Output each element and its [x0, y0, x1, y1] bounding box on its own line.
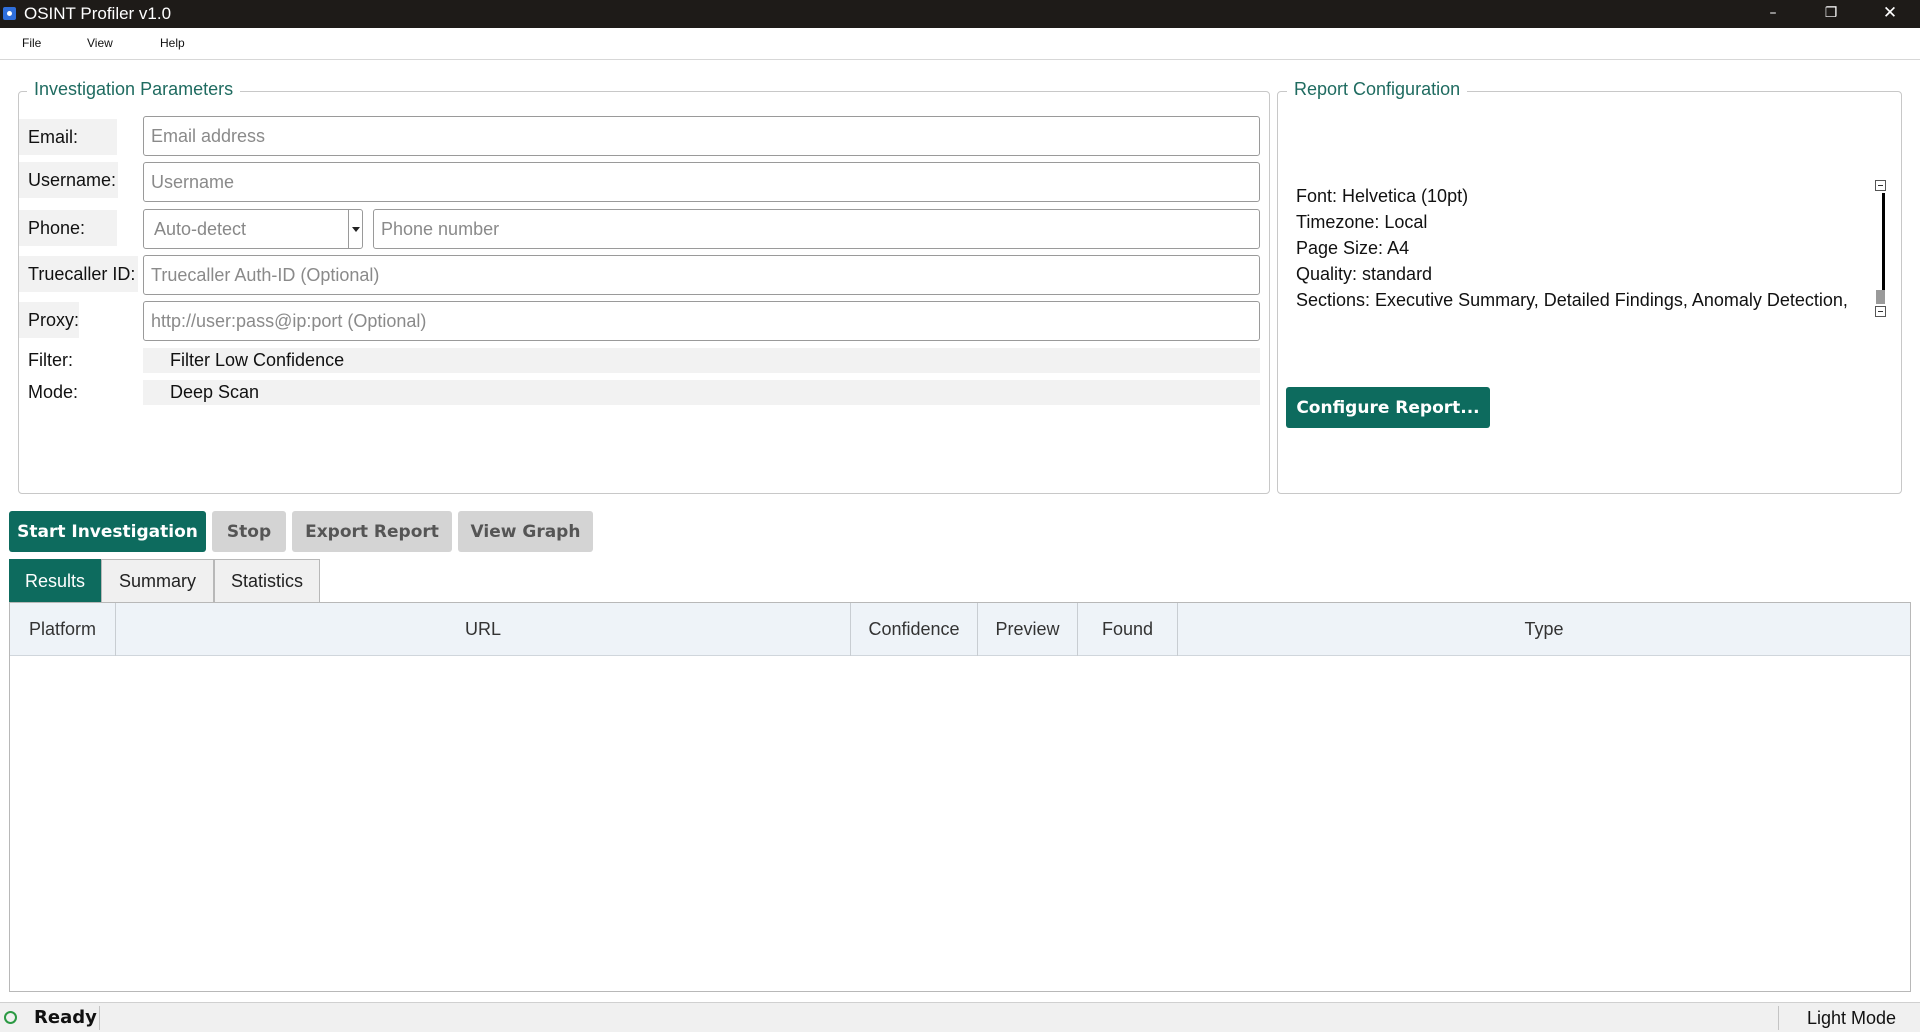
username-input[interactable] [143, 162, 1260, 202]
menu-view[interactable]: View [87, 36, 113, 50]
proxy-input[interactable] [143, 301, 1260, 341]
results-table: Platform URL Confidence Preview Found Ty… [9, 602, 1911, 992]
filter-low-confidence-checkbox[interactable]: Filter Low Confidence [143, 348, 1260, 373]
column-header-confidence[interactable]: Confidence [851, 603, 978, 656]
status-ok-icon [4, 1011, 17, 1024]
scroll-up-icon[interactable] [1875, 180, 1886, 191]
status-separator [1778, 1006, 1779, 1030]
phone-country-value: Auto-detect [154, 219, 247, 239]
app-icon [3, 7, 16, 20]
status-text: Ready [34, 1007, 97, 1028]
column-header-type[interactable]: Type [1178, 603, 1910, 656]
report-summary-text: Font: Helvetica (10pt) Timezone: Local P… [1296, 183, 1876, 313]
title-bar: OSINT Profiler v1.0 – ❐ ✕ [0, 0, 1920, 28]
truecaller-input[interactable] [143, 255, 1260, 295]
deep-scan-checkbox[interactable]: Deep Scan [143, 380, 1260, 405]
export-report-button[interactable]: Export Report [292, 511, 452, 552]
window-title: OSINT Profiler v1.0 [24, 4, 172, 23]
column-header-url[interactable]: URL [116, 603, 851, 656]
view-graph-button[interactable]: View Graph [458, 511, 593, 552]
report-quality: Quality: standard [1296, 264, 1433, 284]
column-header-found[interactable]: Found [1078, 603, 1178, 656]
truecaller-label: Truecaller ID: [19, 256, 138, 292]
status-bar: Ready Light Mode [0, 1002, 1920, 1032]
scroll-down-icon[interactable] [1875, 306, 1886, 317]
chevron-down-icon [348, 210, 362, 248]
investigation-parameters-title: Investigation Parameters [27, 79, 241, 100]
filter-label: Filter: [28, 350, 73, 370]
table-header: Platform URL Confidence Preview Found Ty… [10, 603, 1910, 656]
column-header-platform[interactable]: Platform [10, 603, 116, 656]
tab-results[interactable]: Results [9, 559, 101, 602]
report-font: Font: Helvetica (10pt) [1296, 186, 1469, 206]
scroll-track[interactable] [1876, 290, 1885, 304]
app-window: OSINT Profiler v1.0 – ❐ ✕ File View Help… [0, 0, 1920, 1032]
mode-label: Mode: [28, 382, 79, 402]
email-input[interactable] [143, 116, 1260, 156]
report-configuration-title: Report Configuration [1287, 79, 1468, 100]
start-investigation-button[interactable]: Start Investigation [9, 511, 206, 552]
report-sections: Sections: Executive Summary, Detailed Fi… [1296, 290, 1848, 310]
email-label: Email: [19, 119, 117, 155]
phone-input[interactable] [373, 209, 1260, 249]
username-label: Username: [19, 162, 118, 198]
theme-mode-toggle[interactable]: Light Mode [1807, 1008, 1896, 1029]
menu-file[interactable]: File [22, 36, 41, 50]
proxy-label: Proxy: [19, 302, 79, 338]
phone-country-select[interactable]: Auto-detect [143, 209, 363, 249]
report-timezone: Timezone: Local [1296, 212, 1428, 232]
scroll-thumb[interactable] [1876, 193, 1885, 290]
maximize-button[interactable]: ❐ [1803, 0, 1859, 28]
configure-report-button[interactable]: Configure Report... [1286, 387, 1490, 428]
close-button[interactable]: ✕ [1862, 0, 1918, 28]
status-separator [99, 1006, 100, 1030]
stop-button[interactable]: Stop [212, 511, 286, 552]
report-page-size: Page Size: A4 [1296, 238, 1410, 258]
tab-summary[interactable]: Summary [101, 559, 214, 602]
phone-label: Phone: [19, 210, 117, 246]
menu-help[interactable]: Help [160, 36, 185, 50]
menu-bar: File View Help [0, 28, 1920, 60]
column-header-preview[interactable]: Preview [978, 603, 1078, 656]
minimize-button[interactable]: – [1745, 0, 1801, 28]
tab-statistics[interactable]: Statistics [214, 559, 320, 602]
report-scrollbar[interactable] [1875, 180, 1886, 317]
